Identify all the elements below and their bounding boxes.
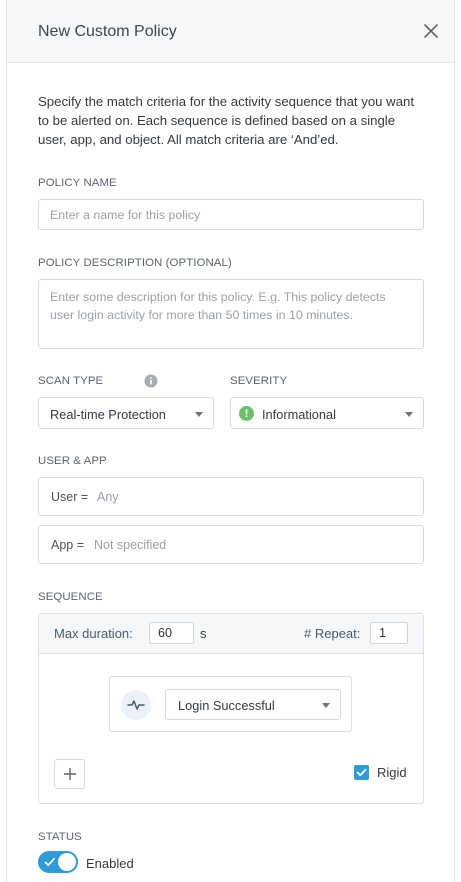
app-field-value: Not specified — [94, 538, 167, 552]
close-icon[interactable] — [422, 22, 440, 40]
severity-value: Informational — [262, 407, 336, 422]
policy-description-input[interactable] — [38, 279, 424, 349]
checkmark-icon — [356, 768, 367, 777]
policy-name-input[interactable] — [38, 199, 424, 230]
max-duration-unit: s — [200, 626, 207, 641]
custom-policy-panel: New Custom Policy Specify the match crit… — [6, 0, 455, 882]
event-type-select[interactable]: Login Successful — [165, 689, 341, 720]
chevron-down-icon — [322, 703, 330, 708]
repeat-label: # Repeat: — [304, 626, 361, 641]
max-duration-input[interactable] — [149, 622, 194, 644]
rigid-label: Rigid — [377, 765, 407, 780]
policy-name-label: POLICY NAME — [38, 177, 117, 189]
user-field[interactable]: User = Any — [38, 477, 424, 516]
sequence-label: SEQUENCE — [38, 591, 103, 603]
policy-description-label: POLICY DESCRIPTION (OPTIONAL) — [38, 257, 232, 269]
severity-status-icon — [239, 406, 254, 421]
app-field[interactable]: App = Not specified — [38, 525, 424, 564]
scan-type-label: SCAN TYPE — [38, 375, 104, 387]
activity-pulse-icon — [121, 690, 151, 720]
user-field-value: Any — [97, 490, 119, 504]
event-type-value: Login Successful — [178, 698, 275, 713]
max-duration-label: Max duration: — [54, 626, 133, 641]
status-label: STATUS — [38, 831, 82, 843]
add-event-button[interactable] — [54, 759, 85, 789]
repeat-input[interactable] — [370, 622, 408, 644]
scan-type-value: Real-time Protection — [50, 407, 166, 422]
status-toggle-label: Enabled — [86, 856, 134, 871]
chevron-down-icon — [195, 412, 203, 417]
toggle-knob — [58, 853, 76, 871]
sequence-box: Max duration: s # Repeat: Login Successf… — [38, 613, 424, 804]
severity-select[interactable]: Informational — [230, 397, 424, 429]
sequence-event-card: Login Successful — [109, 676, 352, 732]
user-field-key: User = — [51, 490, 89, 504]
status-toggle[interactable] — [38, 851, 78, 873]
rigid-checkbox[interactable] — [354, 765, 369, 780]
scan-type-select[interactable]: Real-time Protection — [38, 397, 214, 429]
plus-icon — [64, 768, 76, 780]
checkmark-icon — [44, 857, 55, 867]
intro-text: Specify the match criteria for the activ… — [38, 94, 415, 147]
sequence-header: Max duration: s # Repeat: — [39, 614, 423, 654]
info-icon[interactable] — [144, 374, 158, 388]
chevron-down-icon — [405, 412, 413, 417]
panel-header: New Custom Policy — [7, 0, 454, 63]
panel-title: New Custom Policy — [38, 23, 177, 40]
user-app-label: USER & APP — [38, 455, 107, 467]
severity-label: SEVERITY — [230, 375, 288, 387]
app-field-key: App = — [51, 538, 85, 552]
